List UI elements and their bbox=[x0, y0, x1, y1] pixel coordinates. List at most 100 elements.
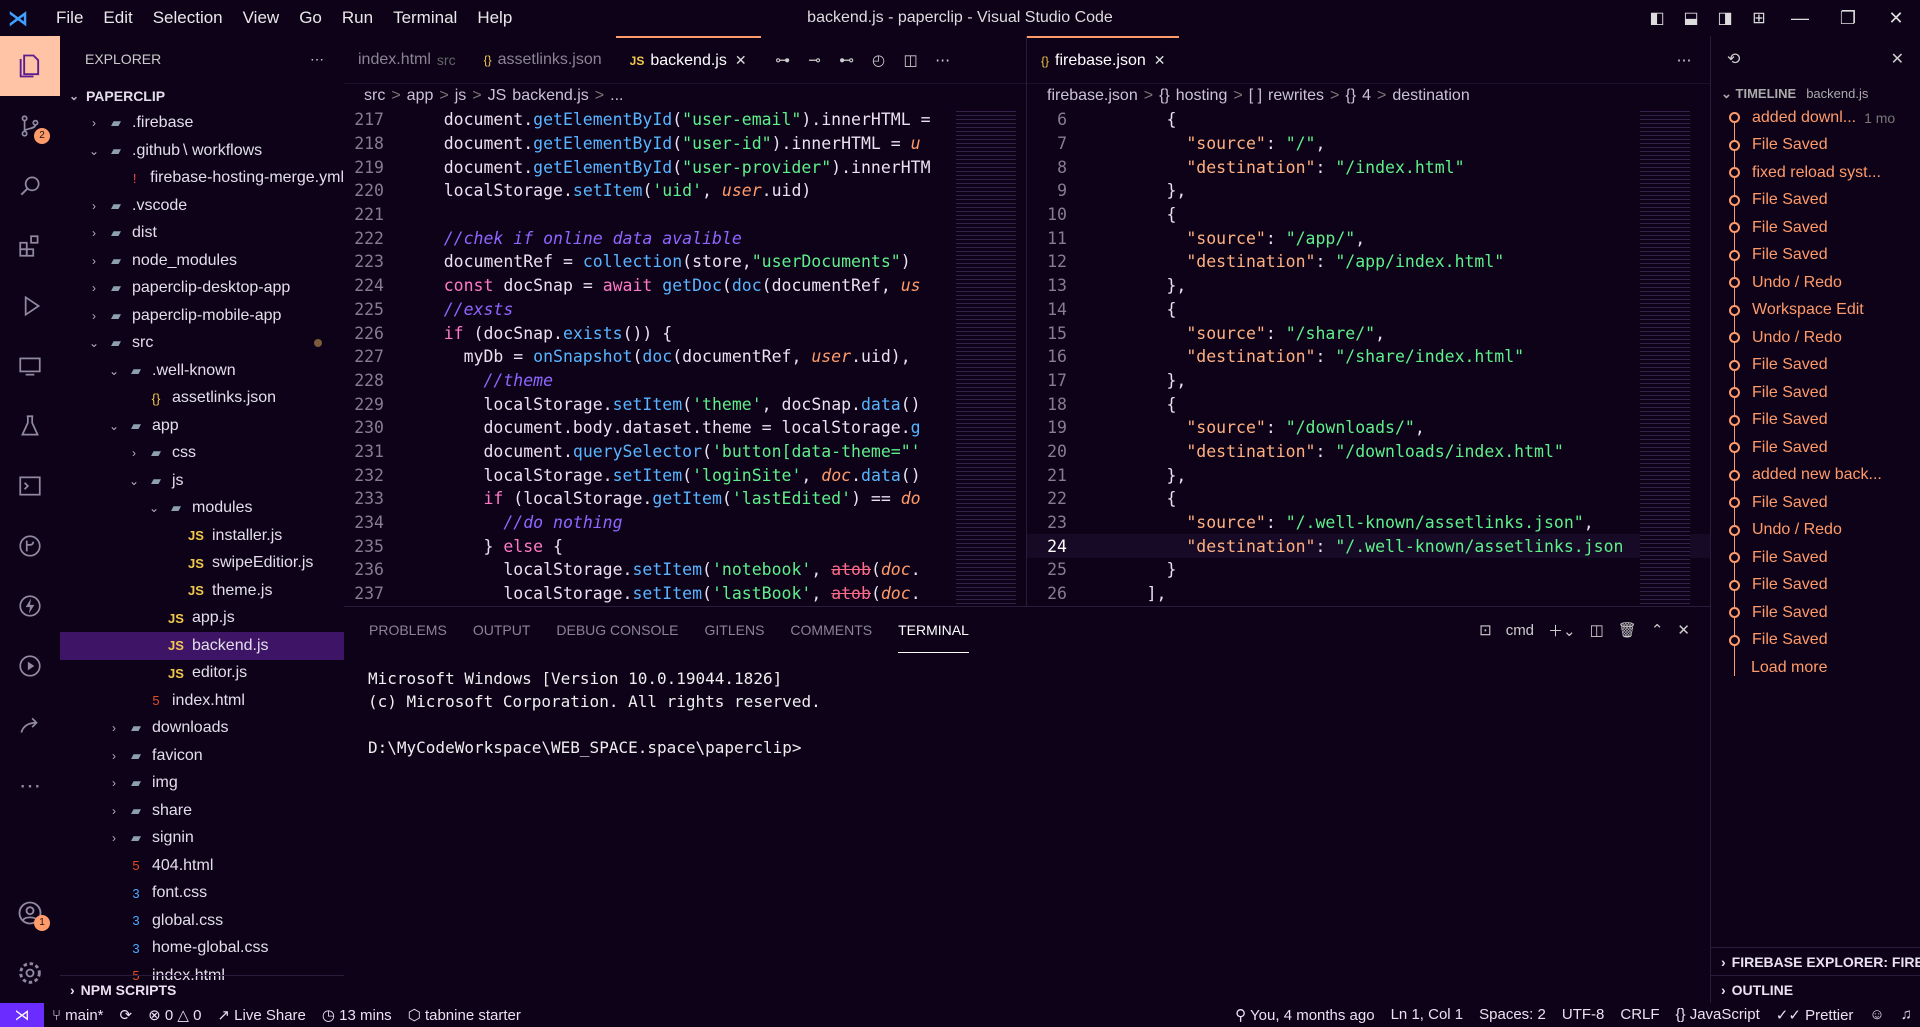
menu-terminal[interactable]: Terminal bbox=[383, 0, 467, 36]
close-secondary-sidebar-icon[interactable]: ✕ bbox=[1891, 49, 1904, 69]
customize-layout-icon[interactable]: ⊞ bbox=[1742, 8, 1776, 28]
tree-item[interactable]: JS editor.js bbox=[60, 660, 344, 688]
panel-tab-output[interactable]: OUTPUT bbox=[473, 607, 531, 653]
tree-item[interactable]: JS backend.js bbox=[60, 632, 344, 660]
tree-item[interactable]: › ▰ node_modules bbox=[60, 247, 344, 275]
prettier-status[interactable]: ✓✓ Prettier bbox=[1768, 1006, 1862, 1024]
remote-indicator-icon[interactable]: ⋊ bbox=[0, 1003, 44, 1027]
timeline-item[interactable]: File Saved bbox=[1711, 242, 1920, 270]
breadcrumb-item[interactable]: [ ] bbox=[1249, 87, 1262, 105]
breadcrumb-item[interactable]: destination bbox=[1392, 87, 1469, 105]
close-tab-icon[interactable]: ✕ bbox=[1154, 52, 1166, 69]
split-terminal-icon[interactable]: ◫ bbox=[1590, 621, 1604, 639]
tree-item[interactable]: 5 index.html bbox=[60, 687, 344, 715]
tree-item[interactable]: JS swipeEditior.js bbox=[60, 550, 344, 578]
gitlens-prev-icon[interactable]: ⊸ bbox=[799, 51, 831, 69]
minimize-button[interactable]: — bbox=[1776, 8, 1824, 29]
tree-item[interactable]: › ▰ .firebase bbox=[60, 110, 344, 138]
breadcrumb-item[interactable]: 4 bbox=[1362, 87, 1371, 105]
tree-item[interactable]: › ▰ share bbox=[60, 797, 344, 825]
tree-item[interactable]: ⌄ ▰ js bbox=[60, 467, 344, 495]
terminal-shell-label[interactable]: cmd bbox=[1506, 622, 1534, 639]
tree-item[interactable]: JS app.js bbox=[60, 605, 344, 633]
tree-item[interactable]: {} assetlinks.json bbox=[60, 385, 344, 413]
tree-item[interactable]: 5 404.html bbox=[60, 852, 344, 880]
timeline-item[interactable]: File Saved bbox=[1711, 434, 1920, 462]
editor-tab[interactable]: {} firebase.json ✕ bbox=[1027, 35, 1180, 84]
breadcrumb-item[interactable]: src bbox=[364, 87, 385, 105]
timeline-item[interactable]: File Saved bbox=[1711, 489, 1920, 517]
timeline-item[interactable]: File Saved bbox=[1711, 599, 1920, 627]
editor-tab[interactable]: JS backend.js ✕ bbox=[615, 35, 761, 84]
eol-status[interactable]: CRLF bbox=[1612, 1006, 1667, 1024]
timeline-item[interactable]: File Saved bbox=[1711, 214, 1920, 242]
remote-explorer-icon[interactable] bbox=[0, 336, 60, 396]
breadcrumb-item[interactable]: ... bbox=[610, 87, 623, 105]
timeline-item[interactable]: File Saved bbox=[1711, 544, 1920, 572]
npm-scripts-section[interactable]: › NPM SCRIPTS bbox=[60, 975, 344, 1003]
problems-status[interactable]: ⊗ 0 △ 0 bbox=[140, 1006, 209, 1024]
menu-edit[interactable]: Edit bbox=[93, 0, 142, 36]
editor-tab[interactable]: {} assetlinks.json bbox=[470, 36, 616, 84]
tree-item[interactable]: 3 home-global.css bbox=[60, 935, 344, 963]
tree-item[interactable]: ⌄ ▰ .github \ workflows bbox=[60, 137, 344, 165]
tree-item[interactable]: ⌄ ▰ src bbox=[60, 330, 344, 358]
menu-file[interactable]: File bbox=[46, 0, 93, 36]
menu-run[interactable]: Run bbox=[332, 0, 383, 36]
kill-terminal-icon[interactable]: 🗑 bbox=[1618, 621, 1637, 639]
timeline-item[interactable]: added new back... bbox=[1711, 462, 1920, 490]
explorer-icon[interactable] bbox=[0, 36, 60, 96]
close-tab-icon[interactable]: ✕ bbox=[735, 52, 747, 69]
firebase-explorer-section[interactable]: › FIREBASE EXPLORER: FIRE... bbox=[1711, 947, 1920, 975]
close-window-button[interactable]: ✕ bbox=[1872, 8, 1920, 29]
workspace-root[interactable]: ⌄ PAPERCLIP bbox=[60, 82, 344, 110]
more-views-icon[interactable]: ⋯ bbox=[0, 756, 60, 816]
code-editor-right[interactable]: 6 {7 "source": "/", 8 "destination": "/in… bbox=[1027, 108, 1710, 606]
tree-item[interactable]: JS theme.js bbox=[60, 577, 344, 605]
tree-item[interactable]: › ▰ favicon bbox=[60, 742, 344, 770]
editor-tab[interactable]: index.html src bbox=[344, 36, 470, 84]
timeline-item[interactable]: Undo / Redo bbox=[1711, 517, 1920, 545]
timeline-item[interactable]: Workspace Edit bbox=[1711, 297, 1920, 325]
run-debug-icon[interactable] bbox=[0, 276, 60, 336]
timeline-item[interactable]: Undo / Redo bbox=[1711, 324, 1920, 352]
panel-tab-terminal[interactable]: TERMINAL bbox=[898, 608, 969, 653]
gitlens-icon[interactable] bbox=[0, 516, 60, 576]
breadcrumb-item[interactable]: app bbox=[407, 87, 434, 105]
tree-item[interactable]: › ▰ downloads bbox=[60, 715, 344, 743]
toggle-panel-icon[interactable]: ⬓ bbox=[1674, 8, 1708, 28]
toggle-secondary-sidebar-icon[interactable]: ◨ bbox=[1708, 8, 1742, 28]
explorer-more-icon[interactable]: ⋯ bbox=[310, 51, 324, 68]
breadcrumb-item[interactable]: rewrites bbox=[1268, 87, 1324, 105]
tree-item[interactable]: JS installer.js bbox=[60, 522, 344, 550]
tree-item[interactable]: › ▰ css bbox=[60, 440, 344, 468]
outline-section[interactable]: › OUTLINE bbox=[1711, 975, 1920, 1003]
menu-help[interactable]: Help bbox=[467, 0, 522, 36]
notifications-bell-icon[interactable]: ♫ bbox=[1893, 1006, 1920, 1024]
tree-item[interactable]: › ▰ paperclip-desktop-app bbox=[60, 275, 344, 303]
gitlens-compare-icon[interactable]: ⊶ bbox=[767, 51, 799, 69]
split-editor-icon[interactable]: ◫ bbox=[895, 51, 927, 69]
indentation-status[interactable]: Spaces: 2 bbox=[1471, 1006, 1554, 1024]
close-panel-icon[interactable]: ✕ bbox=[1677, 621, 1690, 639]
timeline-item[interactable]: File Saved bbox=[1711, 352, 1920, 380]
terminal-view-icon[interactable] bbox=[0, 456, 60, 516]
cursor-position[interactable]: Ln 1, Col 1 bbox=[1383, 1006, 1472, 1024]
new-terminal-icon[interactable]: ＋⌄ bbox=[1548, 620, 1576, 641]
timeline-item[interactable]: File Saved bbox=[1711, 379, 1920, 407]
maximize-panel-icon[interactable]: ⌃ bbox=[1651, 621, 1664, 639]
timeline-item[interactable]: File Saved bbox=[1711, 627, 1920, 655]
load-more-link[interactable]: Load more bbox=[1711, 654, 1920, 682]
minimap[interactable] bbox=[1640, 108, 1690, 608]
tree-item[interactable]: 3 global.css bbox=[60, 907, 344, 935]
timeline-icon[interactable]: ◴ bbox=[863, 51, 895, 69]
tree-item[interactable]: › ▰ signin bbox=[60, 825, 344, 853]
tree-item[interactable]: › ▰ dist bbox=[60, 220, 344, 248]
timeline-item[interactable]: fixed reload syst... bbox=[1711, 159, 1920, 187]
encoding-status[interactable]: UTF-8 bbox=[1554, 1006, 1613, 1024]
breadcrumb-item[interactable]: hosting bbox=[1176, 87, 1228, 105]
accounts-icon[interactable]: 1 bbox=[0, 883, 60, 943]
extensions-icon[interactable] bbox=[0, 216, 60, 276]
language-mode[interactable]: {} JavaScript bbox=[1668, 1006, 1768, 1024]
timeline-item[interactable]: File Saved bbox=[1711, 132, 1920, 160]
